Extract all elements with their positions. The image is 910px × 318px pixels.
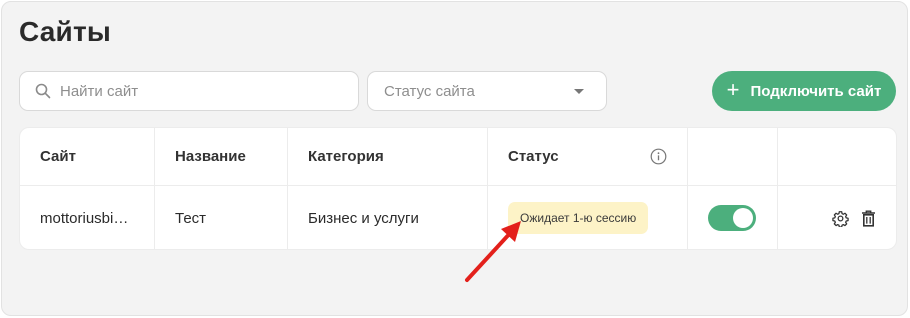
delete-button[interactable] — [861, 210, 876, 227]
trash-icon — [862, 210, 875, 227]
column-header-category: Категория — [287, 128, 487, 185]
plus-icon: + — [726, 77, 740, 102]
table-header: Сайт Название Категория Статус — [20, 128, 896, 186]
column-header-site: Сайт — [40, 148, 76, 165]
column-header-name: Название — [154, 128, 287, 185]
search-box[interactable] — [19, 71, 359, 111]
column-header-actions — [777, 128, 896, 185]
gear-icon — [832, 210, 849, 227]
connect-site-button-label: Подключить сайт — [750, 82, 882, 100]
column-header-status: Статус — [487, 128, 687, 185]
info-icon[interactable] — [650, 148, 667, 165]
chevron-down-icon — [574, 88, 584, 94]
site-status-select[interactable]: Статус сайта — [367, 71, 607, 111]
column-header-status-label: Статус — [508, 148, 559, 165]
column-header-toggle — [687, 128, 777, 185]
site-toggle-cell — [687, 186, 777, 249]
site-domain[interactable]: mottoriusbi… — [20, 186, 154, 249]
site-enabled-toggle[interactable] — [708, 205, 756, 231]
red-arrow-icon — [465, 221, 521, 282]
site-name: Тест — [154, 186, 287, 249]
settings-button[interactable] — [832, 210, 849, 227]
connect-site-button[interactable]: + Подключить сайт — [712, 71, 896, 111]
search-icon — [35, 83, 51, 99]
page-title: Сайты — [19, 16, 111, 47]
search-input[interactable] — [60, 82, 330, 100]
site-status-select-value: Статус сайта — [384, 82, 475, 100]
site-actions — [777, 186, 896, 249]
toggle-knob — [733, 208, 753, 228]
